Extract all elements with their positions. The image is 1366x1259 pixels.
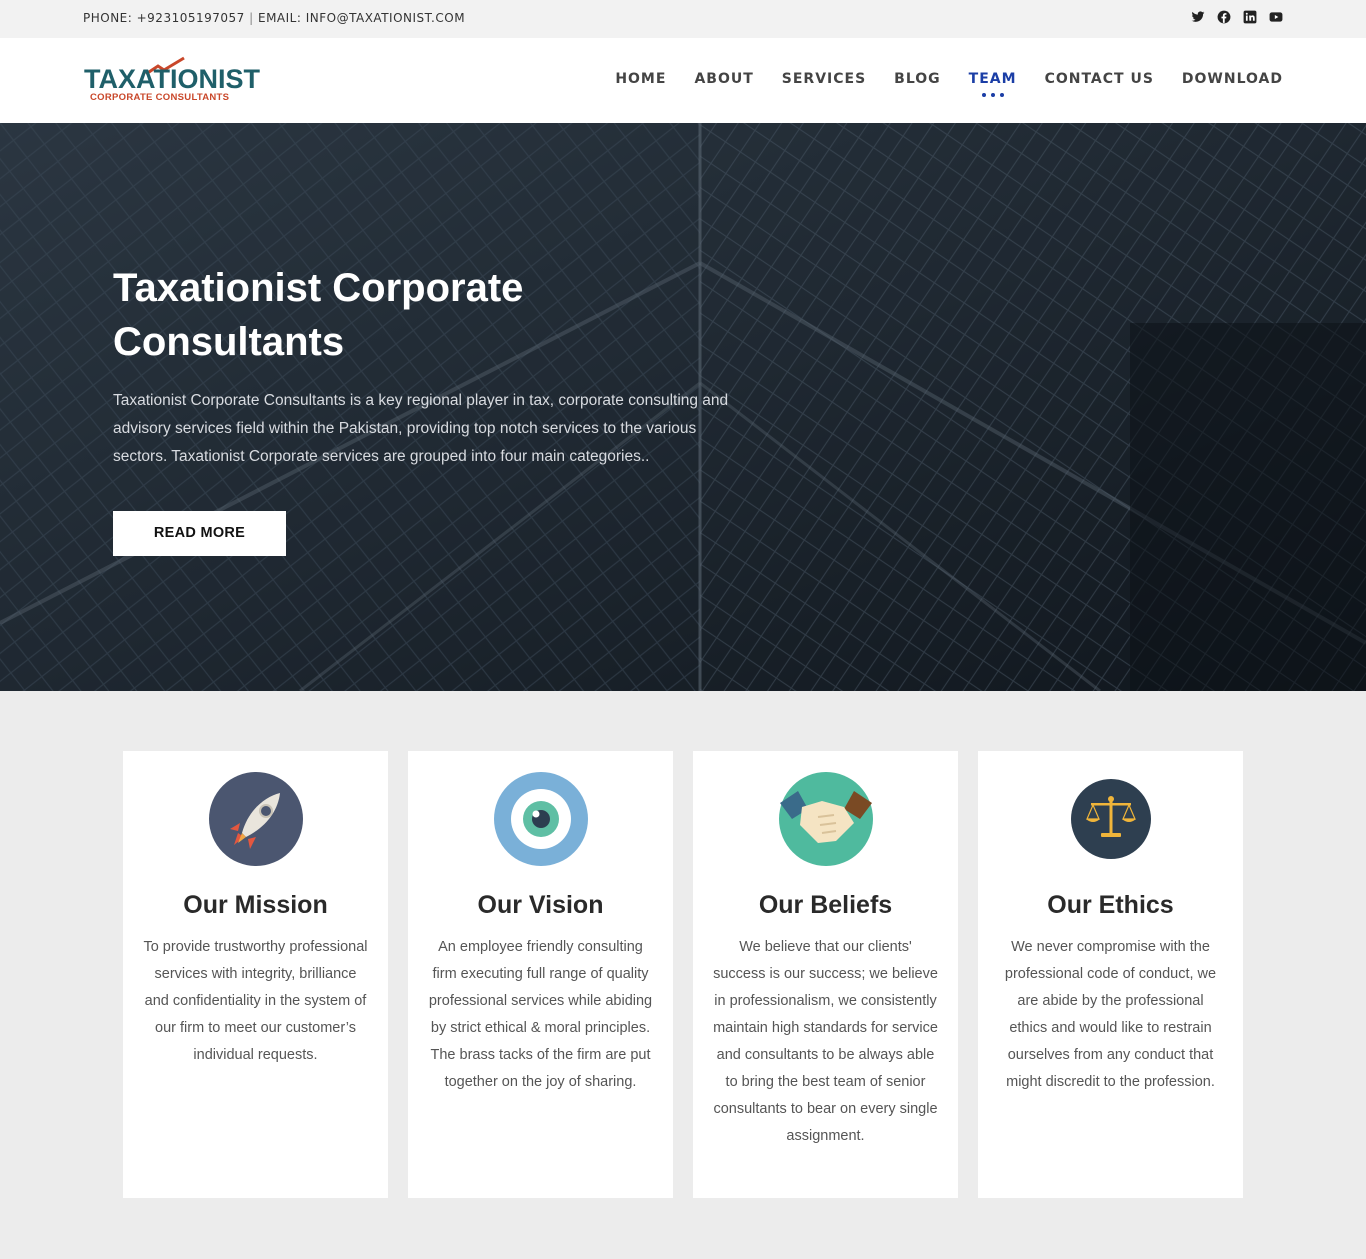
facebook-icon[interactable] bbox=[1217, 10, 1231, 24]
eye-icon bbox=[493, 772, 588, 866]
nav-services[interactable]: SERVICES bbox=[782, 71, 866, 87]
card-title: Our Vision bbox=[477, 891, 604, 919]
nav-contact-us[interactable]: CONTACT US bbox=[1045, 71, 1154, 87]
card-mission: Our Mission To provide trustworthy profe… bbox=[123, 751, 388, 1198]
scales-icon bbox=[1070, 779, 1151, 859]
linkedin-icon[interactable] bbox=[1243, 10, 1257, 24]
card-text: To provide trustworthy professional serv… bbox=[143, 939, 368, 1063]
card-text: An employee friendly consulting firm exe… bbox=[428, 939, 653, 1090]
card-beliefs: Our Beliefs We believe that our clients'… bbox=[693, 751, 958, 1198]
hero-description: Taxationist Corporate Consultants is a k… bbox=[113, 392, 729, 465]
card-text: We never compromise with the professiona… bbox=[1004, 939, 1217, 1090]
nav-team-label: TEAM bbox=[968, 71, 1017, 87]
read-more-button[interactable]: READ MORE bbox=[113, 511, 286, 556]
nav-blog[interactable]: BLOG bbox=[894, 71, 941, 87]
card-ethics: Our Ethics We never compromise with the … bbox=[978, 751, 1243, 1198]
handshake-icon bbox=[778, 772, 873, 866]
rocket-icon bbox=[208, 772, 303, 866]
social-links bbox=[1191, 10, 1283, 24]
logo-tagline: CORPORATE CONSULTANTS bbox=[90, 92, 230, 103]
card-vision: Our Vision An employee friendly consulti… bbox=[408, 751, 673, 1198]
top-bar: PHONE: +923105197057 | EMAIL: INFO@TAXAT… bbox=[0, 0, 1366, 38]
logo-wordmark: TAXATIONIST bbox=[84, 64, 260, 94]
hero-banner: Taxationist Corporate Consultants Taxati… bbox=[0, 123, 1366, 691]
nav-home[interactable]: HOME bbox=[615, 71, 666, 87]
contact-info: PHONE: +923105197057 | EMAIL: INFO@TAXAT… bbox=[83, 11, 465, 25]
card-title: Our Beliefs bbox=[758, 891, 893, 919]
values-cards: Our Mission To provide trustworthy profe… bbox=[123, 751, 1243, 1198]
main-nav: HOME ABOUT SERVICES BLOG TEAM CONTACT US… bbox=[587, 71, 1283, 97]
separator: | bbox=[249, 11, 254, 25]
card-title: Our Mission bbox=[183, 891, 328, 919]
nav-download[interactable]: DOWNLOAD bbox=[1182, 71, 1283, 87]
twitter-icon[interactable] bbox=[1191, 10, 1205, 24]
nav-about[interactable]: ABOUT bbox=[694, 71, 753, 87]
youtube-icon[interactable] bbox=[1269, 10, 1283, 24]
hero-title: Taxationist Corporate Consultants bbox=[113, 266, 524, 364]
nav-team[interactable]: TEAM bbox=[968, 71, 1017, 97]
phone-text: PHONE: +923105197057 bbox=[83, 11, 245, 25]
card-text: We believe that our clients' success is … bbox=[713, 939, 938, 1144]
taxationist-logo[interactable]: TAXATIONIST CORPORATE CONSULTANTS bbox=[84, 56, 284, 106]
site-header: TAXATIONIST CORPORATE CONSULTANTS HOME A… bbox=[0, 38, 1366, 123]
email-text[interactable]: EMAIL: INFO@TAXATIONIST.COM bbox=[258, 11, 465, 25]
active-indicator bbox=[981, 93, 1004, 97]
card-title: Our Ethics bbox=[1047, 891, 1174, 919]
